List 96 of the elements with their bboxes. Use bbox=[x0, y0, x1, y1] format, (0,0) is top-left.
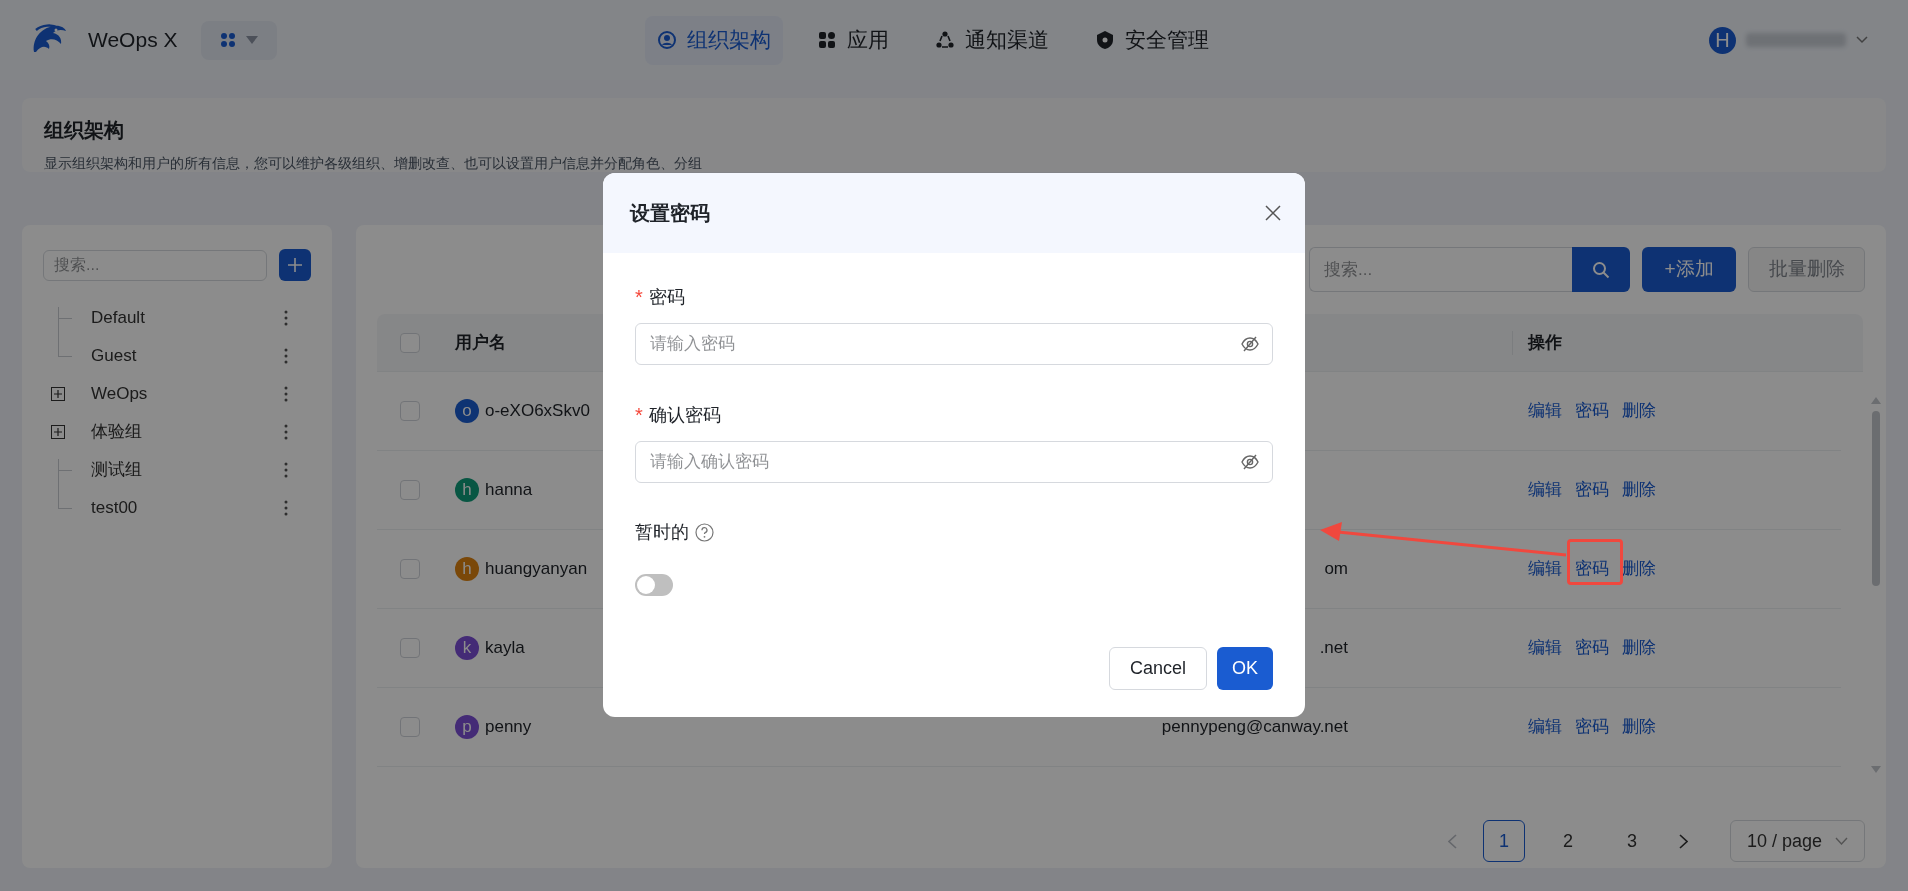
page-button[interactable]: 2 bbox=[1547, 820, 1589, 862]
plus-icon bbox=[287, 257, 303, 273]
table-cell-text: penny bbox=[485, 716, 532, 739]
field-label: 密码 bbox=[648, 285, 685, 309]
tree-item[interactable]: 体验组 bbox=[91, 419, 284, 445]
tree-item[interactable]: WeOps bbox=[91, 381, 284, 407]
grid-icon bbox=[817, 30, 837, 50]
add-button[interactable]: +添加 bbox=[1642, 247, 1736, 292]
table-cell-text: pennypeng@canway.net bbox=[1161, 716, 1348, 739]
more-icon[interactable] bbox=[284, 500, 288, 516]
column-header: 操作 bbox=[1528, 331, 1562, 354]
search-field[interactable]: 搜索... bbox=[43, 249, 267, 281]
search-button[interactable] bbox=[1572, 247, 1630, 292]
action-link[interactable]: 编辑 bbox=[1528, 635, 1562, 661]
field-label: 确认密码 bbox=[648, 403, 721, 427]
dialog-title: 设置密码 bbox=[630, 201, 710, 226]
user-avatar: h bbox=[455, 557, 479, 581]
checkbox[interactable] bbox=[400, 401, 420, 421]
action-link[interactable]: 编辑 bbox=[1528, 398, 1562, 424]
more-icon[interactable] bbox=[284, 310, 288, 326]
page-button[interactable]: 3 bbox=[1611, 820, 1653, 862]
checkbox[interactable] bbox=[400, 717, 420, 737]
search-icon bbox=[1592, 260, 1610, 279]
nav-tab[interactable]: 通知渠道 bbox=[923, 15, 1061, 65]
chevron-down-icon[interactable] bbox=[1856, 36, 1868, 44]
checkbox[interactable] bbox=[400, 559, 420, 579]
shield-icon bbox=[1095, 30, 1115, 50]
page-description: 显示组织架构和用户的所有信息，您可以维护各级组织、增删改查、也可以设置用户信息并分配角色、分组 bbox=[44, 154, 703, 172]
app-name: WeOps X bbox=[88, 27, 178, 54]
table-cell-text: o-eXO6xSkv0 bbox=[485, 400, 590, 423]
action-link[interactable]: 密码 bbox=[1575, 714, 1609, 740]
search-field[interactable]: 搜索... bbox=[1309, 247, 1572, 292]
action-link[interactable]: 删除 bbox=[1622, 477, 1656, 503]
nav-tab[interactable]: 安全管理 bbox=[1083, 15, 1221, 65]
expand-icon[interactable] bbox=[51, 387, 65, 401]
user-avatar[interactable]: H bbox=[1709, 26, 1736, 54]
user-avatar: k bbox=[455, 636, 479, 660]
user-avatar: h bbox=[455, 478, 479, 502]
add-button[interactable] bbox=[279, 249, 311, 281]
more-icon[interactable] bbox=[284, 424, 288, 440]
chevron-down-icon bbox=[1835, 837, 1848, 845]
column-header: 用户名 bbox=[455, 332, 506, 352]
action-link[interactable]: 删除 bbox=[1622, 714, 1656, 740]
eye-slash-icon[interactable] bbox=[1241, 336, 1259, 352]
help-icon[interactable] bbox=[695, 523, 714, 542]
tree-item[interactable]: Default bbox=[91, 305, 284, 331]
action-link[interactable]: 编辑 bbox=[1528, 477, 1562, 503]
user-avatar: p bbox=[455, 715, 479, 739]
action-link[interactable]: 密码 bbox=[1575, 635, 1609, 661]
close-icon[interactable] bbox=[1265, 205, 1281, 221]
highlight-frame bbox=[1567, 539, 1623, 585]
action-link[interactable]: 密码 bbox=[1575, 477, 1609, 503]
table-cell-text: hanna bbox=[485, 479, 533, 502]
action-link[interactable]: 编辑 bbox=[1528, 556, 1562, 582]
action-link[interactable]: 密码 bbox=[1575, 398, 1609, 424]
action-link[interactable]: 删除 bbox=[1622, 635, 1656, 661]
modules-icon bbox=[220, 32, 237, 48]
tree-item[interactable]: 测试组 bbox=[91, 457, 284, 483]
ok-button[interactable]: OK bbox=[1217, 647, 1273, 690]
tree-item[interactable]: test00 bbox=[91, 495, 284, 521]
cancel-button[interactable]: Cancel bbox=[1109, 647, 1207, 690]
page-button[interactable]: 1 bbox=[1483, 820, 1525, 862]
required-mark: * bbox=[635, 287, 643, 307]
action-link[interactable]: 删除 bbox=[1622, 556, 1656, 582]
more-icon[interactable] bbox=[284, 386, 288, 402]
password-field[interactable]: 请输入确认密码 bbox=[635, 441, 1273, 483]
user-avatar: o bbox=[455, 399, 479, 423]
more-icon[interactable] bbox=[284, 348, 288, 364]
nav-tab[interactable]: 组织架构 bbox=[645, 15, 783, 65]
password-field[interactable]: 请输入密码 bbox=[635, 323, 1273, 365]
expand-icon[interactable] bbox=[51, 425, 65, 439]
person-circle-icon bbox=[657, 30, 677, 50]
scrollbar-thumb[interactable] bbox=[1872, 411, 1880, 586]
checkbox[interactable] bbox=[400, 480, 420, 500]
more-icon[interactable] bbox=[284, 462, 288, 478]
nav-tab[interactable]: 应用 bbox=[805, 15, 901, 65]
required-mark: * bbox=[635, 405, 643, 425]
checkbox[interactable] bbox=[400, 332, 420, 353]
module-switcher[interactable] bbox=[201, 20, 278, 60]
table-cell-text: .net bbox=[1319, 637, 1348, 660]
table-cell-text: huangyanyan bbox=[485, 558, 588, 581]
caret-icon bbox=[246, 36, 259, 44]
nodes-icon bbox=[935, 30, 955, 50]
action-link[interactable]: 编辑 bbox=[1528, 714, 1562, 740]
toggle-switch[interactable] bbox=[635, 574, 673, 596]
action-link[interactable]: 密码 bbox=[1575, 556, 1609, 582]
table-cell-text: om bbox=[1324, 558, 1348, 581]
chevron-right-icon[interactable] bbox=[1679, 833, 1688, 849]
page-title: 组织架构 bbox=[44, 118, 125, 142]
action-link[interactable]: 删除 bbox=[1622, 398, 1656, 424]
table-cell-text: kayla bbox=[485, 637, 525, 660]
tree-item[interactable]: Guest bbox=[91, 343, 284, 369]
eye-slash-icon[interactable] bbox=[1241, 454, 1259, 470]
checkbox[interactable] bbox=[400, 638, 420, 658]
field-label: 暂时的 bbox=[635, 521, 689, 544]
page-size-select[interactable]: 10 / page bbox=[1730, 820, 1865, 862]
